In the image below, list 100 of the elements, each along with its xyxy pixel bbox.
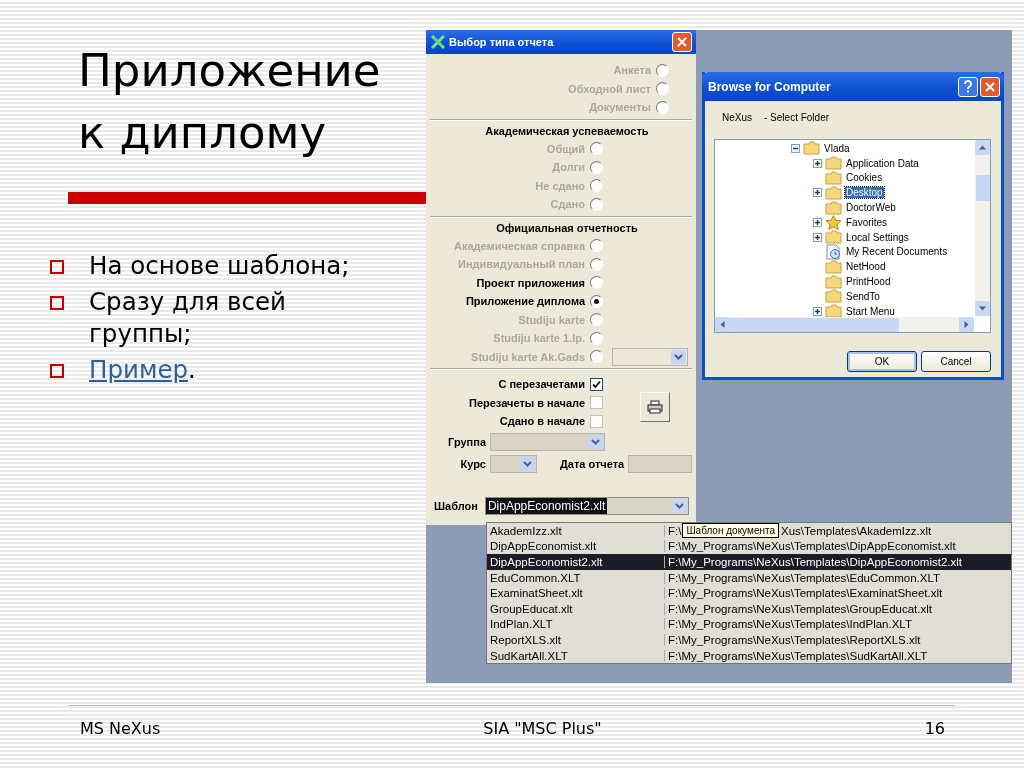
printer-icon — [647, 399, 663, 414]
radio-label: Проект приложения — [475, 276, 585, 289]
bullet-text: Сразу для всей группы; — [89, 286, 288, 350]
close-button[interactable] — [980, 76, 1000, 97]
close-icon — [677, 37, 687, 47]
app-icon — [431, 35, 445, 49]
radio-label: Индивидуальный план — [456, 258, 585, 271]
bullet-icon — [50, 364, 64, 378]
checkbox[interactable] — [590, 414, 603, 428]
tree-item[interactable]: Cookies — [845, 172, 884, 184]
expand-icon[interactable] — [813, 232, 822, 242]
folder-icon — [825, 304, 842, 317]
tree-item[interactable]: Local Settings — [845, 231, 910, 243]
slide-title: к диплому — [78, 105, 328, 161]
collapse-icon[interactable] — [791, 143, 800, 153]
vertical-scrollbar[interactable] — [975, 140, 990, 316]
footer-text: SIA "MSC Plus" — [483, 719, 602, 738]
list-row[interactable]: ReportXLS.xlt F:\My_Programs\NeXus\Templates\ReportXLS.xlt — [487, 632, 1011, 648]
dialog-button[interactable]: OK — [847, 351, 917, 372]
radio-button[interactable] — [590, 294, 603, 308]
tree-item[interactable]: Favorites — [845, 216, 889, 228]
tooltip: Шаблон документа — [682, 523, 779, 539]
radio-label: Studiju karte — [517, 313, 585, 326]
document-clock-icon — [825, 244, 842, 260]
scroll-thumb[interactable] — [730, 317, 899, 332]
tree-item[interactable]: Desktop — [845, 187, 884, 199]
folder-caption: NeXus — [722, 112, 752, 125]
folder-icon — [825, 259, 842, 274]
example-link[interactable]: Пример — [89, 355, 188, 384]
list-row[interactable]: GroupEducat.xlt F:\My_Programs\NeXus\Templates\GroupEducat.xlt — [487, 600, 1011, 617]
radio-label: Сдано — [549, 198, 585, 211]
field-label: Дата отчета — [560, 458, 625, 470]
checkbox[interactable] — [590, 396, 603, 410]
radio-label: Академическая справка — [453, 239, 585, 252]
radio-label: Обходной лист — [567, 82, 651, 95]
tree-item[interactable]: DoctorWeb — [845, 202, 897, 214]
window-title: Выбор типа отчета — [449, 36, 555, 48]
section-heading: Официальная отчетность — [495, 220, 639, 236]
field-label: Курс — [459, 458, 486, 470]
tree-item[interactable]: Start Menu — [845, 305, 896, 317]
page-number: 16 — [924, 719, 945, 738]
bullet-icon — [50, 260, 64, 274]
footer-text: MS NeXus — [80, 719, 161, 738]
tree-item[interactable]: SendTo — [845, 290, 881, 302]
bullet-text: На основе шаблона; — [89, 250, 351, 282]
checkbox-label: С перезачетами — [497, 378, 585, 391]
list-row[interactable]: DipAppEconomist2.xlt F:\My_Programs\NeXus\Templates\DipAppEconomist2.xlt — [487, 554, 1011, 570]
radio-label: Не сдано — [534, 179, 585, 192]
course-dropdown[interactable] — [490, 455, 537, 473]
tree-item[interactable]: NetHood — [845, 261, 887, 273]
radio-label: Приложение диплома — [464, 295, 585, 308]
list-row[interactable]: SudKartAll.XLT F:\My_Programs\NeXus\Templates\SudKartAll.XLT — [487, 647, 1011, 664]
prompt-text: - Select Folder — [764, 112, 830, 125]
tree-item[interactable]: Vlada — [823, 142, 851, 154]
section-heading: Академическая успеваемость — [484, 123, 650, 139]
list-row[interactable]: AkademIzz.xlt F:\ Шаблон документа Xus\Templates\AkademIzz.xlt — [487, 523, 1011, 539]
folder-icon — [825, 274, 842, 289]
slide-title: Приложение — [78, 43, 382, 99]
list-row[interactable]: ExaminatSheet.xlt F:\My_Programs\NeXus\Templates\ExaminatSheet.xlt — [487, 585, 1011, 601]
close-button[interactable] — [672, 32, 692, 52]
radio-label: Документы — [588, 101, 651, 114]
print-button[interactable] — [640, 391, 670, 422]
folder-icon — [825, 200, 842, 215]
radio-button[interactable] — [590, 276, 603, 290]
close-icon — [985, 81, 995, 92]
folder-icon — [825, 171, 842, 185]
dialog-button[interactable]: Cancel — [921, 351, 991, 372]
radio-label: Studiju karte Ak.Gads — [470, 350, 585, 363]
expand-icon[interactable] — [813, 188, 822, 198]
checkbox-label: Перезачеты в начале — [468, 396, 585, 409]
folder-icon — [825, 185, 842, 200]
radio-label: Долги — [551, 161, 585, 174]
help-button[interactable] — [958, 76, 978, 97]
checkbox-label: Сдано в начале — [498, 415, 585, 428]
list-row[interactable]: DipAppEconomist.xlt F:\My_Programs\NeXus\Templates\DipAppEconomist.xlt — [487, 538, 1011, 555]
horizontal-scrollbar[interactable] — [715, 317, 974, 332]
expand-icon[interactable] — [813, 306, 822, 316]
radio-label: Общий — [545, 142, 585, 155]
tree-item[interactable]: PrintHood — [845, 276, 892, 288]
radio-label: Анкета — [612, 64, 651, 77]
field-label: Шаблон — [434, 499, 478, 512]
date-field[interactable] — [628, 455, 693, 473]
folder-icon — [825, 230, 842, 245]
checkbox[interactable] — [590, 377, 603, 391]
folder-icon — [803, 141, 820, 156]
list-row[interactable]: EduCommon.XLT F:\My_Programs\NeXus\Templates\EduCommon.XLT — [487, 569, 1011, 586]
window-title: Browse for Computer — [708, 79, 832, 94]
folder-icon — [825, 156, 842, 171]
expand-icon[interactable] — [813, 217, 822, 227]
bullet-icon — [50, 296, 64, 310]
bullet-text: . — [188, 355, 196, 384]
template-dropdown[interactable]: DipAppEconomist2.xlt — [484, 496, 689, 515]
scroll-thumb[interactable] — [975, 175, 990, 201]
list-row[interactable]: IndPlan.XLT F:\My_Programs\NeXus\Templates\IndPlan.XLT — [487, 616, 1011, 633]
expand-icon[interactable] — [813, 158, 822, 168]
tree-item[interactable]: My Recent Documents — [845, 246, 949, 258]
help-icon — [963, 80, 973, 93]
tree-item[interactable]: Application Data — [845, 157, 920, 169]
radio-label: Studiju karte 1.lp. — [492, 332, 585, 345]
folder-icon — [825, 289, 842, 304]
